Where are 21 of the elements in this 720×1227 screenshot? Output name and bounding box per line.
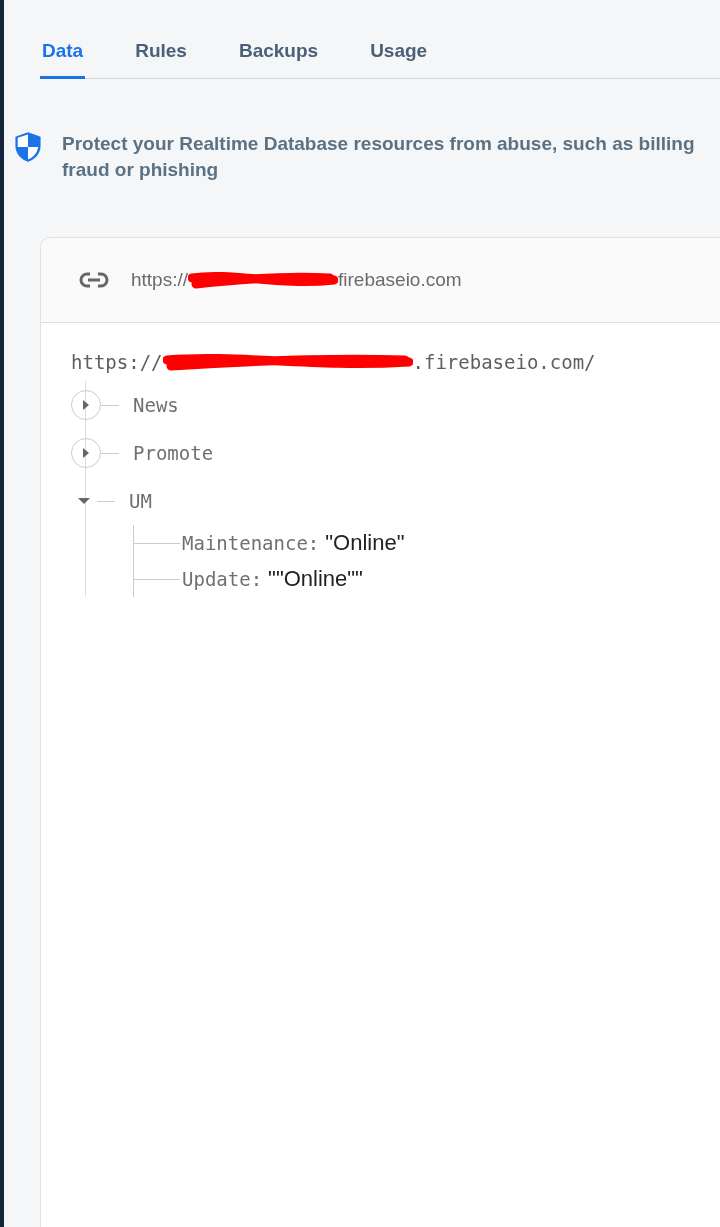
triangle-icon [82, 400, 90, 410]
root-url: .firebaseio.com/ [412, 351, 596, 373]
notice-text: Protect your Realtime Database resources from abuse, such as billing fraud or phishing [62, 132, 696, 182]
tab[interactable]: Data [40, 40, 86, 79]
node-key: Promote [133, 442, 214, 464]
database-url: https:// [131, 269, 189, 291]
node-key: UM [129, 490, 152, 512]
tab[interactable]: Backups [236, 40, 321, 79]
triangle-icon [82, 448, 90, 458]
node-value: ""Online"" [268, 566, 363, 592]
link-icon [79, 272, 109, 288]
caret-icon[interactable] [77, 497, 91, 505]
node-key: Update: [182, 568, 263, 590]
node-key: Maintenance: [182, 532, 320, 554]
tab[interactable]: Usage [368, 40, 430, 79]
database-url: firebaseio.com [338, 269, 462, 291]
root-url: https:// [71, 351, 163, 373]
shield-icon [14, 131, 42, 163]
tab[interactable]: Rules [133, 40, 189, 79]
node-value: "Online" [325, 530, 405, 556]
node-key: News [133, 394, 179, 416]
